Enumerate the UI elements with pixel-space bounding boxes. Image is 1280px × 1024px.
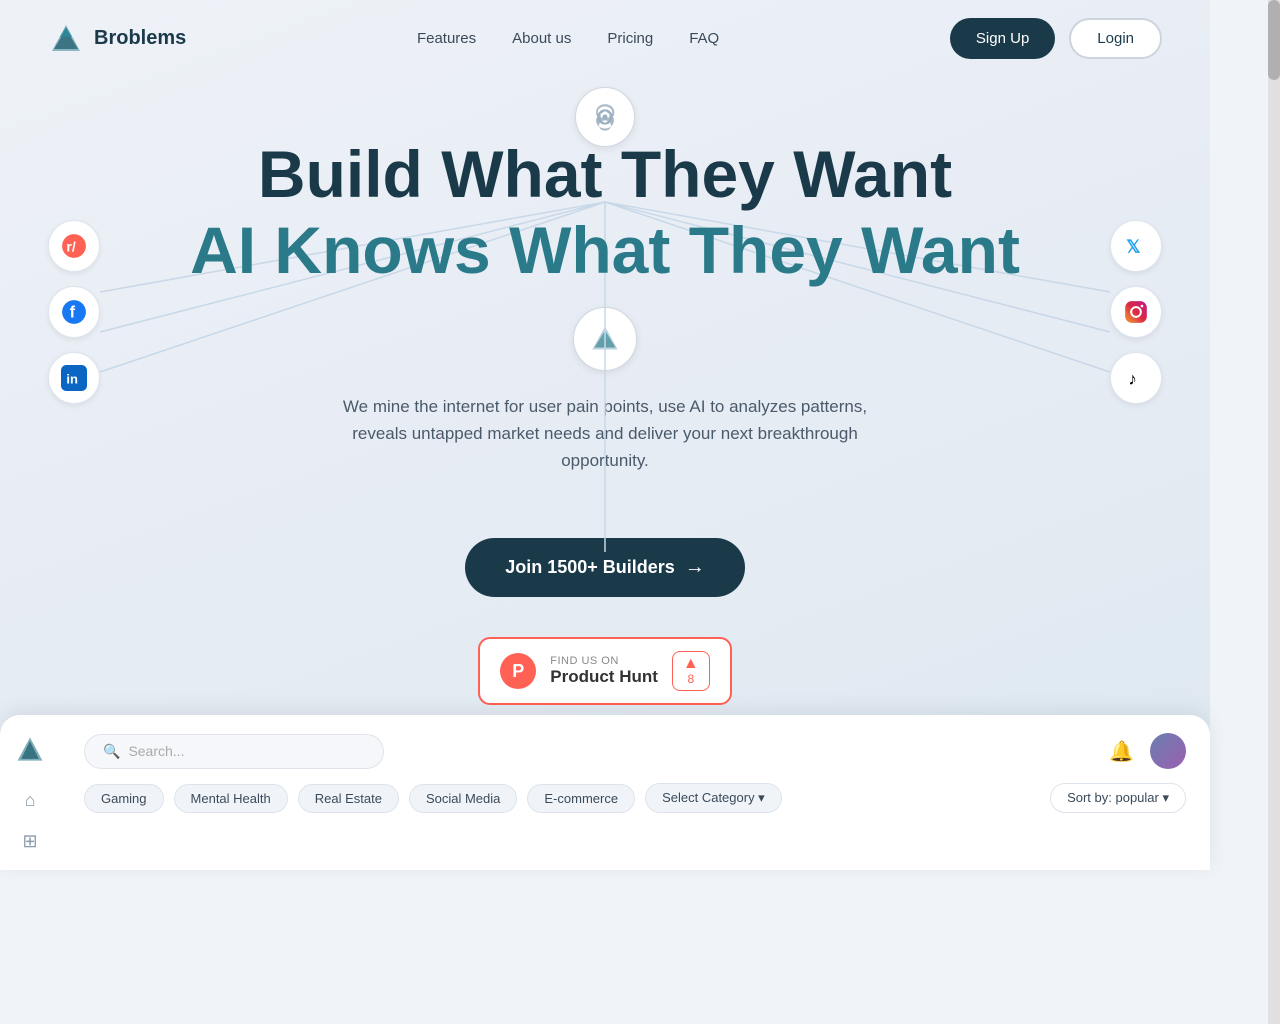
sidebar-home-icon[interactable]: ⌂ (25, 790, 36, 811)
nav-faq[interactable]: FAQ (689, 30, 719, 47)
cta-arrow: → (685, 556, 705, 579)
search-box[interactable]: 🔍 Search... (84, 734, 384, 769)
cta-label: Join 1500+ Builders (505, 557, 675, 578)
cta-button[interactable]: Join 1500+ Builders → (465, 538, 745, 597)
ph-upvote-button[interactable]: ▲ 8 (672, 651, 710, 691)
notification-bell-icon[interactable]: 🔔 (1109, 739, 1134, 764)
nav-features[interactable]: Features (417, 30, 476, 47)
logo-area: Broblems (48, 21, 186, 57)
product-hunt-text: FIND US ON Product Hunt (550, 655, 658, 687)
tag-ecommerce[interactable]: E-commerce (527, 784, 635, 813)
ph-find-us-label: FIND US ON (550, 655, 658, 667)
hero-title-line2: AI Knows What They Want (190, 213, 1020, 287)
broblems-center-icon (573, 307, 637, 371)
main-page: Broblems Features About us Pricing FAQ S… (0, 0, 1210, 870)
scrollbar-thumb[interactable] (1268, 0, 1280, 80)
signup-button[interactable]: Sign Up (950, 18, 1055, 59)
nav-buttons: Sign Up Login (950, 18, 1162, 59)
tag-gaming[interactable]: Gaming (84, 784, 164, 813)
bottom-tags: Gaming Mental Health Real Estate Social … (84, 783, 782, 813)
bottom-bar-header: 🔍 Search... 🔔 (84, 733, 1186, 769)
sort-button[interactable]: Sort by: popular ▾ (1050, 783, 1186, 813)
bottom-tags-row: Gaming Mental Health Real Estate Social … (84, 783, 1186, 813)
sidebar-grid-icon[interactable]: ⊞ (22, 831, 37, 852)
bottom-sidebar: ⌂ ⊞ (0, 715, 60, 870)
hero-title-line1: Build What They Want (258, 137, 952, 211)
bottom-bar: ⌂ ⊞ 🔍 Search... 🔔 Gamin (0, 715, 1210, 870)
tag-mental-health[interactable]: Mental Health (174, 784, 288, 813)
upvote-triangle: ▲ (683, 656, 699, 672)
product-hunt-logo: P (500, 653, 536, 689)
search-placeholder: Search... (128, 743, 184, 759)
search-icon: 🔍 (103, 743, 120, 760)
product-hunt-badge[interactable]: P FIND US ON Product Hunt ▲ 8 (478, 637, 732, 705)
openai-icon (575, 87, 635, 147)
scrollbar[interactable] (1268, 0, 1280, 1024)
ph-name-label: Product Hunt (550, 667, 658, 687)
tag-real-estate[interactable]: Real Estate (298, 784, 399, 813)
hero-title: Build What They Want AI Knows What They … (0, 137, 1210, 289)
user-avatar[interactable] (1150, 733, 1186, 769)
tag-category-select[interactable]: Select Category ▾ (645, 783, 782, 813)
nav-pricing[interactable]: Pricing (607, 30, 653, 47)
tag-social-media[interactable]: Social Media (409, 784, 517, 813)
hero-section: Build What They Want AI Knows What They … (0, 77, 1210, 705)
logo-icon (48, 21, 84, 57)
login-button[interactable]: Login (1069, 18, 1162, 59)
navbar: Broblems Features About us Pricing FAQ S… (0, 0, 1210, 77)
bottom-bar-right: 🔔 (1109, 733, 1186, 769)
hero-subtitle: We mine the internet for user pain point… (325, 393, 885, 475)
nav-about[interactable]: About us (512, 30, 571, 47)
bottom-bar-left: 🔍 Search... (84, 734, 384, 769)
logo-text: Broblems (94, 27, 186, 50)
upvote-count: 8 (687, 672, 694, 686)
nav-links: Features About us Pricing FAQ (417, 30, 719, 47)
